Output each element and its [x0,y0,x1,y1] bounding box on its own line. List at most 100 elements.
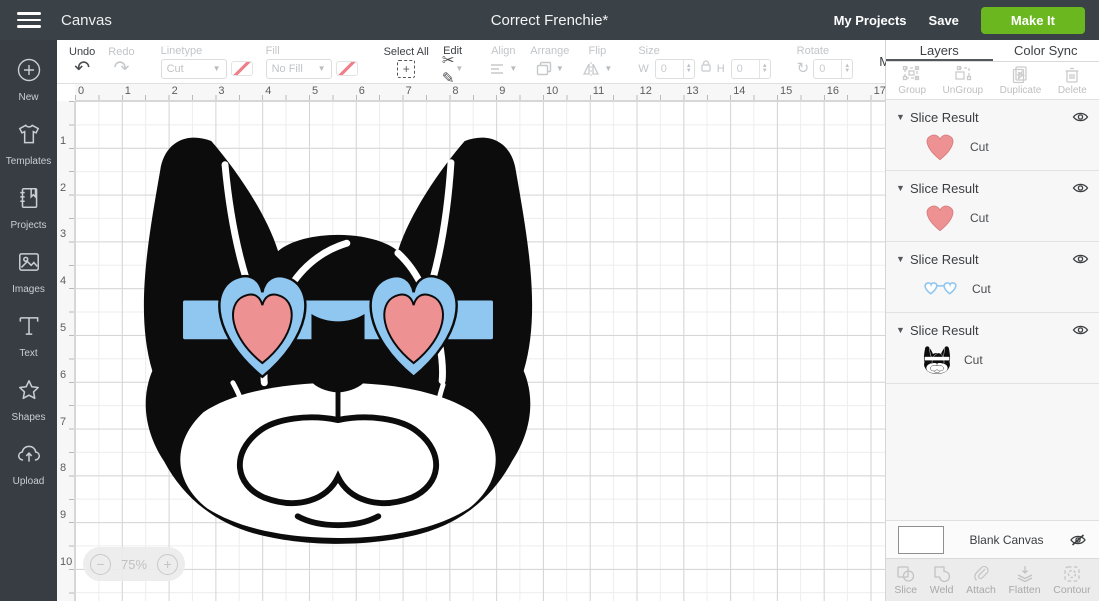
zoom-out-button[interactable]: − [90,554,111,575]
ruler-number: 16 [827,85,839,97]
layer-item-cut[interactable]: Cut [886,128,1099,166]
sidebar-item-shapes[interactable]: Shapes [0,370,57,431]
duplicate-button[interactable]: Duplicate [1000,66,1042,96]
ruler-number: 6 [60,369,66,381]
arrange-button[interactable]: Arrange ▼ [530,45,569,79]
sidebar-item-text[interactable]: Text [0,306,57,367]
ruler-number: 4 [60,275,66,287]
layer-item-cut[interactable]: Cut [886,199,1099,237]
ruler-number: 11 [593,85,604,97]
pink-heart-thumbnail [922,202,958,234]
top-bar: Canvas Correct Frenchie* My Projects Sav… [0,0,1099,40]
ungroup-icon [953,66,973,84]
blank-canvas-thumbnail [898,526,944,554]
ungroup-button[interactable]: UnGroup [943,66,984,96]
chevron-down-icon[interactable]: ▼ [896,183,910,193]
group-button[interactable]: Group [898,66,926,96]
layer-group-header[interactable]: ▼ Slice Result [886,248,1099,270]
fill-group: Fill No Fill▼ [266,45,358,79]
sidebar-item-templates[interactable]: Templates [0,114,57,175]
save-button[interactable]: Save [929,13,959,28]
layer-item-cut[interactable]: Cut [886,341,1099,379]
frenchie-artwork[interactable] [115,135,561,544]
chevron-down-icon[interactable]: ▼ [896,254,910,264]
ruler-number: 5 [312,85,318,97]
sidebar-item-images[interactable]: Images [0,242,57,303]
vertical-ruler: 12345678910 [57,101,75,601]
linetype-group: Linetype Cut▼ [161,45,253,79]
make-it-button[interactable]: Make It [981,7,1085,34]
design-canvas[interactable] [75,101,885,601]
zoom-control: − 75% + [83,547,185,581]
sidebar-item-upload[interactable]: Upload [0,434,57,495]
tab-color-sync[interactable]: Color Sync [993,40,1099,61]
slice-icon [896,565,916,583]
visibility-eye-icon[interactable] [1072,324,1089,336]
rotate-group: Rotate ↻ 0▲▼ [797,45,854,79]
image-icon [16,249,42,280]
height-input[interactable]: 0▲▼ [731,59,771,79]
tab-layers[interactable]: Layers [886,40,993,61]
width-input[interactable]: 0▲▼ [655,59,695,79]
linetype-color-swatch[interactable] [231,61,253,76]
pink-heart-thumbnail [922,131,958,163]
visibility-eye-icon[interactable] [1072,253,1089,265]
undo-button[interactable]: Undo ↶ [69,46,95,78]
ruler-number: 9 [60,509,66,521]
flatten-button[interactable]: Flatten [1009,565,1041,596]
weld-button[interactable]: Weld [930,565,954,596]
sidebar-item-projects[interactable]: Projects [0,178,57,239]
stepper-icon[interactable]: ▲▼ [841,60,852,78]
main-area: Undo ↶ Redo ↷ Linetype Cut▼ [57,40,886,601]
stepper-icon[interactable]: ▲▼ [759,60,770,78]
delete-button[interactable]: Delete [1058,66,1087,96]
duplicate-icon [1010,66,1030,84]
fill-select[interactable]: No Fill▼ [266,59,332,79]
rotate-input[interactable]: 0▲▼ [813,59,853,79]
align-icon [489,62,505,76]
layer-group-header[interactable]: ▼ Slice Result [886,177,1099,199]
lock-icon[interactable] [699,59,713,78]
flip-button[interactable]: Flip ▼ [582,45,612,79]
combine-toolbar: Slice Weld Attach Flatten Contour [886,558,1099,601]
layer-group-header[interactable]: ▼ Slice Result [886,319,1099,341]
stepper-icon[interactable]: ▲▼ [683,60,694,78]
layer-group-1: ▼ Slice Result Cut [886,100,1099,171]
contour-button[interactable]: Contour [1053,565,1090,596]
ruler-number: 7 [60,416,66,428]
flatten-icon [1015,565,1035,583]
my-projects-link[interactable]: My Projects [834,13,907,28]
ruler-number: 3 [218,85,224,97]
layer-group-3: ▼ Slice Result Cut [886,242,1099,313]
page-title: Canvas [61,12,112,29]
frenchie-thumbnail [922,346,952,374]
attach-button[interactable]: Attach [966,565,996,596]
ruler-number: 10 [60,556,72,568]
chevron-down-icon[interactable]: ▼ [896,325,910,335]
zoom-in-button[interactable]: + [157,554,178,575]
fill-color-swatch[interactable] [336,61,358,76]
paperclip-icon [972,565,990,583]
zoom-level: 75% [121,557,147,572]
layer-item-cut[interactable]: Cut [886,270,1099,308]
edit-icon: ✂✎ [442,51,452,87]
layer-group-header[interactable]: ▼ Slice Result [886,106,1099,128]
linetype-select[interactable]: Cut▼ [161,59,227,79]
text-icon [16,313,42,344]
chevron-down-icon[interactable]: ▼ [896,112,910,122]
ruler-number: 5 [60,322,66,334]
glasses-thumbnail [922,281,960,297]
menu-icon[interactable] [0,8,57,32]
sidebar-item-new[interactable]: New [0,50,57,111]
visibility-eye-icon[interactable] [1072,182,1089,194]
blank-canvas-row[interactable]: Blank Canvas [886,520,1099,558]
visibility-eye-off-icon[interactable] [1069,533,1087,547]
visibility-eye-icon[interactable] [1072,111,1089,123]
slice-button[interactable]: Slice [894,565,917,596]
ruler-number: 1 [125,85,131,97]
select-all-icon: + [397,60,415,78]
edit-button[interactable]: Edit ✂✎▼ [442,45,464,79]
align-button[interactable]: Align ▼ [489,45,517,79]
select-all-button[interactable]: Select All + [384,46,429,78]
redo-button[interactable]: Redo ↷ [108,46,134,78]
